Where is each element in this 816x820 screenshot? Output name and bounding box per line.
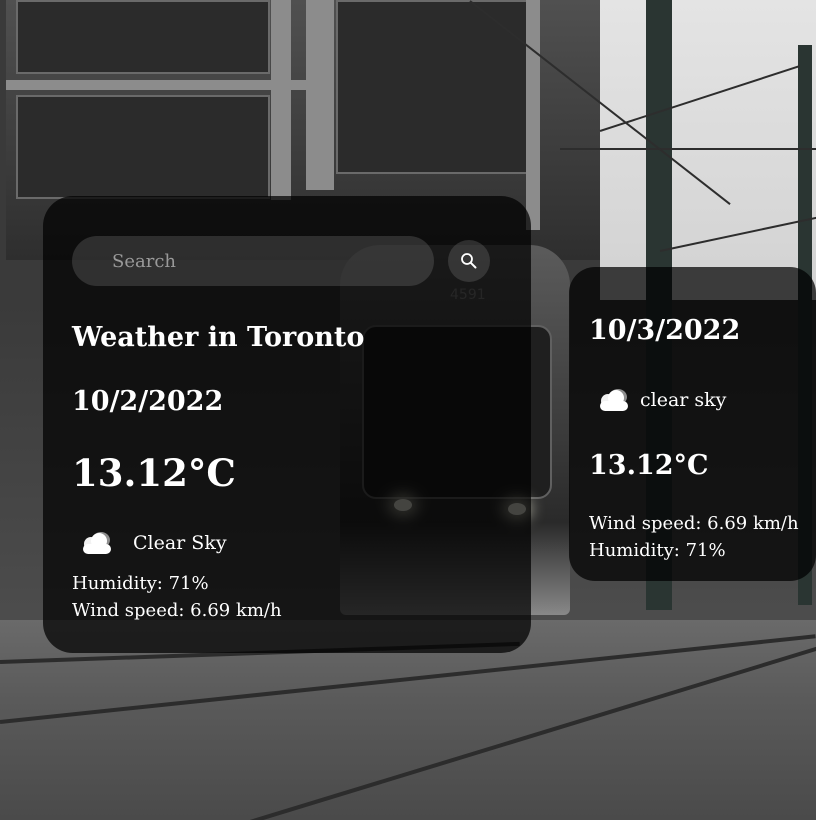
sky — [600, 0, 816, 300]
forecast-temperature: 13.12°C — [589, 450, 709, 481]
forecast-wind-speed: Wind speed: 6.69 km/h — [589, 513, 799, 534]
condition-label: Clear Sky — [133, 532, 227, 554]
humidity-text: Humidity: 71% — [72, 573, 209, 594]
forecast-condition-label: clear sky — [640, 389, 727, 411]
weather-card: Weather in Toronto 10/2/2022 13.12°C Cle… — [43, 196, 531, 653]
search-bar — [72, 236, 492, 286]
wind-speed-text: Wind speed: 6.69 km/h — [72, 600, 282, 621]
search-icon — [461, 253, 477, 269]
forecast-condition: clear sky — [596, 387, 726, 413]
current-condition: Clear Sky — [79, 530, 227, 556]
current-temperature: 13.12°C — [72, 451, 236, 495]
city-title: Weather in Toronto — [72, 322, 365, 353]
forecast-date: 10/3/2022 — [589, 315, 741, 346]
forecast-humidity: Humidity: 71% — [589, 540, 726, 561]
search-input[interactable] — [72, 236, 434, 286]
cloud-icon — [83, 532, 111, 554]
cloud-icon — [600, 389, 628, 411]
current-date: 10/2/2022 — [72, 386, 224, 417]
search-button[interactable] — [448, 240, 490, 282]
forecast-card: 10/3/2022 clear sky 13.12°C Wind speed: … — [569, 267, 816, 581]
